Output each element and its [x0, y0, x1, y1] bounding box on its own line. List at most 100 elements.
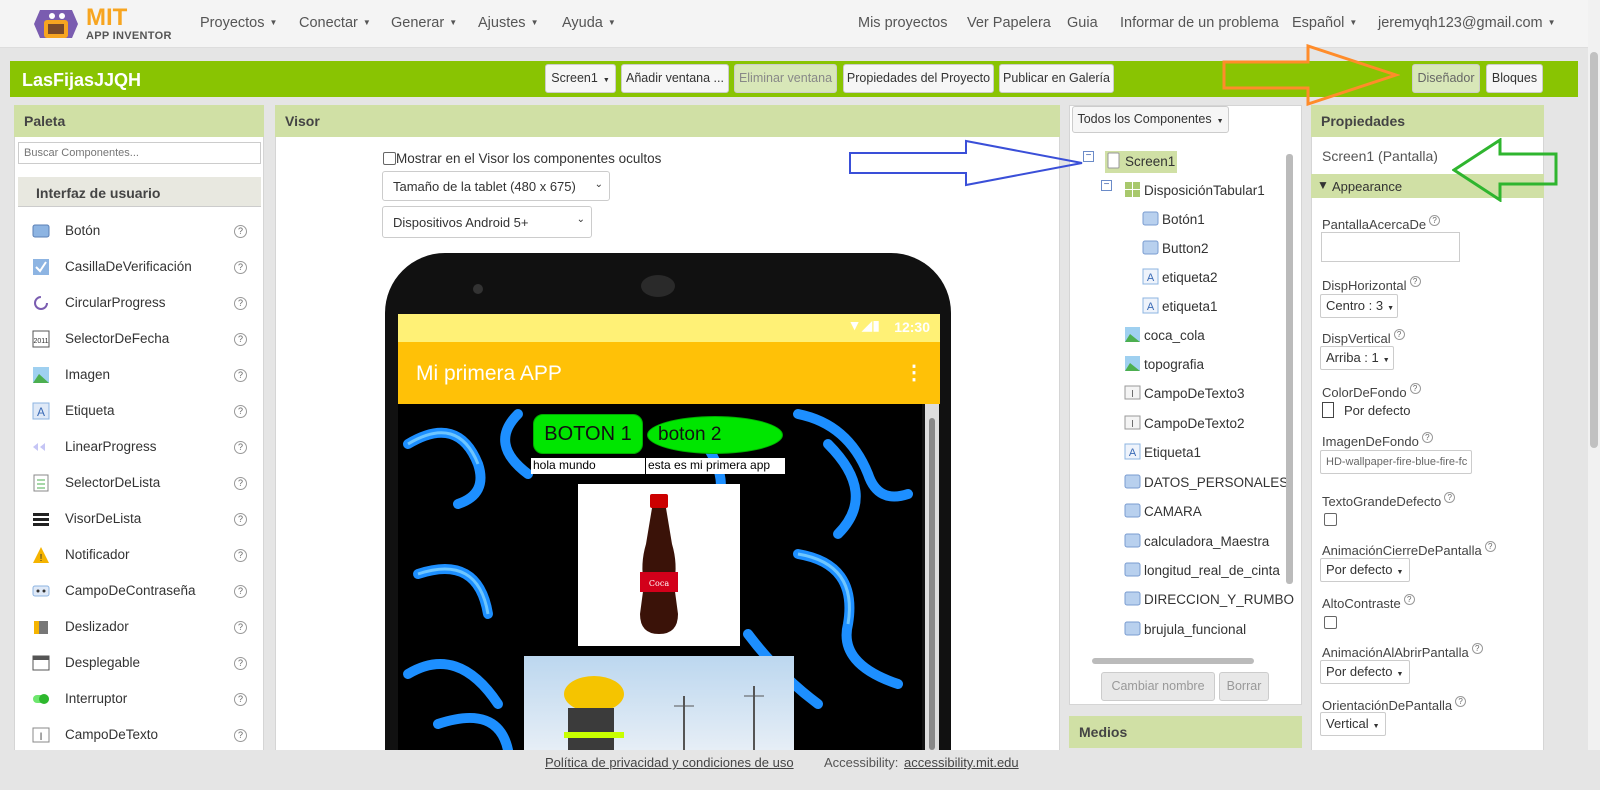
help-icon[interactable]: ?	[234, 441, 247, 454]
palette-section-header[interactable]: Interfaz de usuario	[18, 177, 261, 207]
palette-item-slider[interactable]: Deslizador?	[30, 617, 248, 639]
prop-valign-select[interactable]: Arriba : 1 ▼	[1320, 346, 1394, 370]
privacy-link[interactable]: Política de privacidad y condiciones de …	[545, 755, 794, 770]
help-icon[interactable]: ?	[1403, 594, 1415, 605]
device-select[interactable]: Dispositivos Android 5+ ⌄	[382, 206, 592, 238]
blocks-button[interactable]: Bloques	[1486, 64, 1543, 93]
palette-item-textbox[interactable]: I CampoDeTexto?	[30, 725, 248, 747]
show-hidden-checkbox[interactable]	[383, 152, 396, 165]
help-icon[interactable]: ?	[234, 225, 247, 238]
page-scrollbar[interactable]	[1588, 0, 1600, 770]
app-button-1[interactable]: BOTON 1	[533, 414, 643, 454]
components-filter-label: Todos los Componentes	[1077, 112, 1212, 126]
help-icon[interactable]: ?	[1421, 432, 1433, 443]
components-filter-button[interactable]: Todos los Componentes ▼	[1072, 106, 1229, 133]
tree-hscroll-thumb[interactable]	[1092, 658, 1254, 664]
help-icon[interactable]: ?	[234, 333, 247, 346]
palette-item-label: LinearProgress	[65, 439, 157, 454]
link-guide[interactable]: Guia	[1067, 15, 1098, 31]
prop-bgcolor-swatch[interactable]	[1322, 402, 1334, 418]
prop-open-anim-select[interactable]: Por defecto ▼	[1320, 660, 1410, 684]
overflow-menu-icon[interactable]: ⋮	[904, 360, 924, 385]
help-icon[interactable]: ?	[234, 297, 247, 310]
palette-search-input[interactable]	[18, 142, 261, 164]
project-properties-button[interactable]: Propiedades del Proyecto	[843, 64, 994, 93]
palette-item-date-picker[interactable]: 2011 SelectorDeFecha?	[30, 329, 248, 351]
privacy-link-text[interactable]: Política de privacidad y condiciones de …	[545, 755, 794, 770]
menu-connect[interactable]: Conectar ▼	[299, 15, 371, 31]
link-report-problem[interactable]: Informar de un problema	[1120, 15, 1279, 31]
link-trash[interactable]: Ver Papelera	[967, 15, 1051, 31]
help-icon[interactable]: ?	[234, 585, 247, 598]
add-screen-button[interactable]: Añadir ventana ...	[621, 64, 729, 93]
designer-button[interactable]: Diseñador	[1412, 64, 1480, 93]
palette-item-switch[interactable]: Interruptor?	[30, 689, 248, 711]
help-icon[interactable]: ?	[1409, 276, 1421, 287]
tree-vscroll-thumb[interactable]	[1286, 154, 1293, 584]
menu-account[interactable]: jeremyqh123@gmail.com ▼	[1378, 15, 1556, 31]
tree-item-screen1[interactable]: Screen1	[1105, 151, 1177, 173]
palette-item-circular-progress[interactable]: CircularProgress?	[30, 293, 248, 315]
prop-orientation-select[interactable]: Vertical ▼	[1320, 712, 1386, 736]
help-icon[interactable]: ?	[1484, 541, 1496, 552]
publish-gallery-button[interactable]: Publicar en Galería	[999, 64, 1114, 93]
help-icon[interactable]: ?	[234, 729, 247, 742]
app-scrollbar-thumb[interactable]	[929, 418, 935, 750]
menu-build[interactable]: Generar ▼	[391, 15, 457, 31]
palette-item-password[interactable]: CampoDeContraseña?	[30, 581, 248, 603]
help-icon[interactable]: ?	[1471, 643, 1483, 654]
palette-item-spinner[interactable]: Desplegable?	[30, 653, 248, 675]
prop-contrast-checkbox[interactable]	[1324, 616, 1337, 629]
help-icon[interactable]: ?	[234, 405, 247, 418]
palette-item-image[interactable]: Imagen?	[30, 365, 248, 387]
app-inventor-logo[interactable]: MIT APP INVENTOR	[30, 2, 180, 46]
palette-item-list-view[interactable]: VisorDeLista?	[30, 509, 248, 531]
rename-button[interactable]: Cambiar nombre	[1101, 672, 1215, 701]
link-my-projects[interactable]: Mis proyectos	[858, 15, 947, 31]
help-icon[interactable]: ?	[234, 621, 247, 634]
help-icon[interactable]: ?	[234, 693, 247, 706]
help-icon[interactable]: ?	[1393, 329, 1405, 340]
app-scrollbar[interactable]	[925, 404, 939, 750]
menu-language[interactable]: Español ▼	[1292, 15, 1357, 31]
prop-bgimage-picker[interactable]: HD-wallpaper-fire-blue-fire-fc	[1320, 450, 1472, 474]
prop-bigfont-checkbox[interactable]	[1324, 513, 1337, 526]
prop-halign-select[interactable]: Centro : 3 ▼	[1320, 294, 1398, 318]
menu-help[interactable]: Ayuda ▼	[562, 15, 616, 31]
help-icon[interactable]: ?	[234, 513, 247, 526]
help-icon[interactable]: ?	[234, 261, 247, 274]
palette-item-button[interactable]: Botón?	[30, 221, 248, 243]
prop-about-textarea[interactable]	[1321, 232, 1460, 262]
palette-item-linear-progress[interactable]: LinearProgress?	[30, 437, 248, 459]
help-icon[interactable]: ?	[1444, 492, 1456, 503]
delete-button[interactable]: Borrar	[1219, 672, 1269, 701]
show-hidden-toggle[interactable]: Mostrar en el Visor los componentes ocul…	[383, 151, 661, 166]
help-icon[interactable]: ?	[1429, 215, 1441, 226]
help-icon[interactable]: ?	[234, 549, 247, 562]
palette-item-list-picker[interactable]: SelectorDeLista?	[30, 473, 248, 495]
table-arrangement-icon	[1125, 182, 1140, 197]
prop-close-anim-select[interactable]: Por defecto ▼	[1320, 558, 1410, 582]
help-icon[interactable]: ?	[234, 657, 247, 670]
help-icon[interactable]: ?	[234, 369, 247, 382]
help-icon[interactable]: ?	[1455, 696, 1467, 707]
help-icon[interactable]: ?	[1409, 383, 1421, 394]
help-icon[interactable]: ?	[234, 477, 247, 490]
tree-hscroll[interactable]	[1078, 656, 1280, 666]
menu-settings[interactable]: Ajustes ▼	[478, 15, 538, 31]
remove-screen-button[interactable]: Eliminar ventana	[734, 64, 837, 93]
prop-bgcolor-value[interactable]: Por defecto	[1344, 403, 1411, 418]
palette-item-label[interactable]: A Etiqueta?	[30, 401, 248, 423]
accessibility-link-text[interactable]: accessibility.mit.edu	[904, 755, 1019, 770]
palette-item-notifier[interactable]: ! Notificador?	[30, 545, 248, 567]
accessibility-link[interactable]: accessibility.mit.edu	[904, 755, 1019, 770]
tree-vscroll[interactable]	[1285, 148, 1295, 658]
app-button-2[interactable]: boton 2	[647, 416, 783, 454]
menu-projects[interactable]: Proyectos ▼	[200, 15, 277, 31]
screen-select-button[interactable]: Screen1 ▼	[545, 64, 616, 93]
collapse-toggle-icon[interactable]: −	[1101, 180, 1112, 191]
tablet-size-select[interactable]: Tamaño de la tablet (480 x 675) ⌄	[382, 171, 610, 201]
scrollbar-thumb[interactable]	[1590, 52, 1598, 448]
palette-item-checkbox[interactable]: CasillaDeVerificación?	[30, 257, 248, 279]
prop-contrast-text: AltoContraste	[1322, 596, 1401, 611]
